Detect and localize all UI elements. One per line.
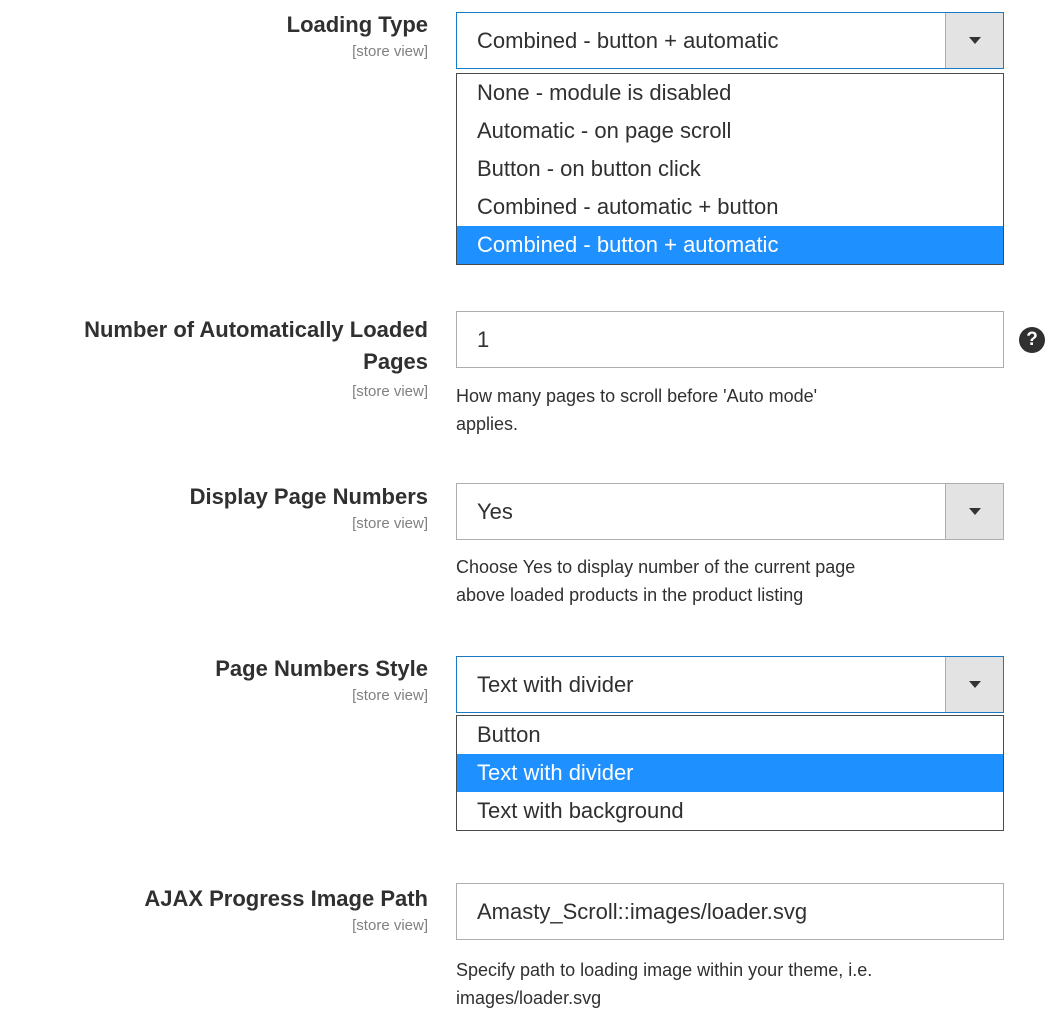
page-numbers-style-select[interactable]: Text with divider <box>456 656 1004 713</box>
auto-pages-label-line2: Pages <box>363 348 428 374</box>
option-none[interactable]: None - module is disabled <box>457 74 1003 112</box>
loading-type-label: Loading Type <box>286 12 428 37</box>
ajax-image-note-line2: images/loader.svg <box>456 988 602 1008</box>
auto-pages-label-line1: Number of Automatically Loaded <box>84 317 428 342</box>
option-button[interactable]: Button - on button click <box>457 150 1003 188</box>
display-page-numbers-scope: [store view] <box>352 515 428 532</box>
page-numbers-style-scope: [store view] <box>352 687 428 704</box>
ajax-image-path-value: Amasty_Scroll::images/loader.svg <box>477 899 808 924</box>
option-text-with-background[interactable]: Text with background <box>457 792 1003 830</box>
auto-pages-input[interactable]: 1 <box>456 311 1004 368</box>
display-page-numbers-select[interactable]: Yes <box>456 483 1004 540</box>
help-icon[interactable]: ? <box>1019 327 1045 353</box>
page-numbers-style-label: Page Numbers Style <box>215 656 428 681</box>
loading-type-scope: [store view] <box>352 43 428 60</box>
display-page-numbers-note-line1: Choose Yes to display number of the curr… <box>456 557 856 577</box>
option-combined-button-auto[interactable]: Combined - button + automatic <box>457 226 1003 264</box>
auto-pages-value: 1 <box>477 327 490 352</box>
display-page-numbers-label: Display Page Numbers <box>189 484 428 509</box>
auto-pages-label: Number of Automatically Loaded Pages <box>84 314 428 378</box>
loading-type-select[interactable]: Combined - button + automatic <box>456 12 1004 69</box>
auto-pages-note-line2: applies. <box>456 414 519 434</box>
auto-pages-note: How many pages to scroll before 'Auto mo… <box>456 382 996 438</box>
dropdown-toggle[interactable] <box>945 484 1003 539</box>
option-automatic[interactable]: Automatic - on page scroll <box>457 112 1003 150</box>
auto-pages-scope: [store view] <box>352 383 428 400</box>
loading-type-selected-value: Combined - button + automatic <box>477 28 779 53</box>
chevron-down-icon <box>969 37 981 44</box>
dropdown-toggle[interactable] <box>945 657 1003 712</box>
display-page-numbers-note: Choose Yes to display number of the curr… <box>456 553 996 609</box>
ajax-image-label: AJAX Progress Image Path <box>144 886 428 911</box>
auto-pages-note-line1: How many pages to scroll before 'Auto mo… <box>456 386 818 406</box>
ajax-image-note: Specify path to loading image within you… <box>456 956 996 1012</box>
page-numbers-style-selected-value: Text with divider <box>477 672 634 697</box>
ajax-image-note-line1: Specify path to loading image within you… <box>456 960 873 980</box>
option-combined-auto-button[interactable]: Combined - automatic + button <box>457 188 1003 226</box>
display-page-numbers-value: Yes <box>477 499 513 524</box>
dropdown-toggle[interactable] <box>945 13 1003 68</box>
chevron-down-icon <box>969 508 981 515</box>
loading-type-options: None - module is disabled Automatic - on… <box>456 73 1004 265</box>
option-button[interactable]: Button <box>457 716 1003 754</box>
option-text-with-divider[interactable]: Text with divider <box>457 754 1003 792</box>
ajax-image-scope: [store view] <box>352 917 428 934</box>
chevron-down-icon <box>969 681 981 688</box>
page-numbers-style-options: Button Text with divider Text with backg… <box>456 715 1004 831</box>
ajax-image-path-input[interactable]: Amasty_Scroll::images/loader.svg <box>456 883 1004 940</box>
display-page-numbers-note-line2: above loaded products in the product lis… <box>456 585 804 605</box>
